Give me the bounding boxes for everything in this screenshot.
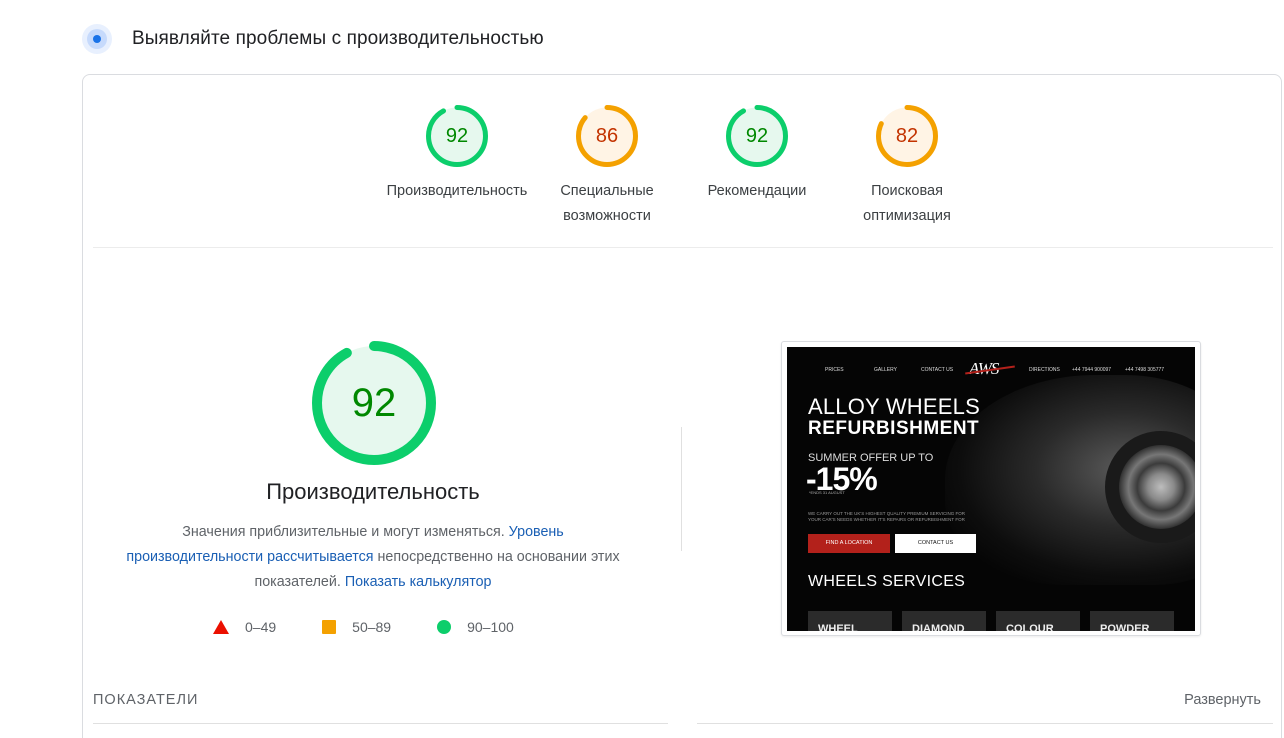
gauge-value: 92 [746,125,768,147]
site-nav-item: +44 7498 305777 [1125,367,1165,373]
site-service-tile: COLOUR [996,611,1080,631]
site-service-tile: WHEEL [808,611,892,631]
site-small-text: WE CARRY OUT THE UK'S HIGHEST QUALITY PR… [808,511,966,522]
site-service-tile: POWDER [1090,611,1174,631]
score-gauge: 92 [426,105,488,167]
site-preview: PRICES GALLERY CONTACT US DIRECTIONS +44… [787,347,1195,631]
legend-range: 50–89 [352,619,392,635]
legend-range: 0–49 [245,619,277,635]
page-screenshot: PRICES GALLERY CONTACT US DIRECTIONS +44… [781,341,1201,636]
performance-title: Производительность [266,479,480,504]
site-headline-bold: REFURBISHMENT [808,418,980,439]
legend-item-fail: 0–49 [213,619,276,635]
performance-description: Значения приблизительные и могут изменят… [121,520,625,595]
score-legend: 0–49 50–89 90–100 [213,619,560,635]
divider [697,723,1273,724]
gauge-value: 92 [446,125,468,147]
lighthouse-icon [82,24,112,54]
site-services-title: WHEELS SERVICES [808,573,966,590]
legend-item-pass: 90–100 [437,619,514,635]
divider [93,723,668,724]
score-label: Производительность [386,183,528,199]
site-ends-note: *ENDS 31 AUGUST [809,490,845,495]
square-icon [322,620,337,634]
score-best-practices[interactable]: 92 Рекомендации [682,105,832,204]
site-nav-item: PRICES [825,367,844,373]
site-nav-item: GALLERY [874,367,897,373]
show-calculator-link[interactable]: Показать калькулятор [345,574,492,590]
desc-text: Значения приблизительные и могут изменят… [182,524,509,540]
score-gauge: 92 [726,105,788,167]
site-nav-item: CONTACT US [921,367,954,373]
site-contact-button: CONTACT US [895,534,976,553]
site-logo: AWS [969,359,999,378]
score-gauge: 82 [876,105,938,167]
report-card: 92 Производительность 86 Специальные воз… [82,74,1282,738]
expand-button[interactable]: Развернуть [1184,692,1261,708]
score-accessibility[interactable]: 86 Специальные возможности [532,105,682,229]
site-headline: ALLOY WHEELS [808,394,980,419]
score-seo[interactable]: 82 Поисковая оптимизация [832,105,982,229]
score-performance[interactable]: 92 Производительность [382,105,532,204]
score-gauge: 86 [576,105,638,167]
gauge-value: 92 [352,381,397,425]
section-header: Выявляйте проблемы с производительностью [82,24,544,54]
triangle-icon [213,620,229,634]
performance-gauge-large: 92 [312,341,436,465]
circle-icon [437,620,452,634]
gauge-value: 82 [896,125,918,147]
gauge-value: 86 [596,125,618,147]
legend-range: 90–100 [467,619,514,635]
site-nav-item: DIRECTIONS [1029,367,1060,373]
scores-row: 92 Производительность 86 Специальные воз… [83,105,1283,235]
legend-item-average: 50–89 [322,619,391,635]
divider [93,247,1273,248]
section-title: Выявляйте проблемы с производительностью [132,28,544,49]
site-find-location-button: FIND A LOCATION [808,534,890,553]
score-label: Поисковая оптимизация [863,183,951,224]
metrics-heading: ПОКАЗАТЕЛИ [93,692,199,708]
site-nav-item: +44 7944 900097 [1072,367,1112,373]
vertical-divider [681,427,682,551]
score-label: Специальные возможности [560,183,654,224]
score-label: Рекомендации [707,183,807,199]
site-service-tile: DIAMOND [902,611,986,631]
